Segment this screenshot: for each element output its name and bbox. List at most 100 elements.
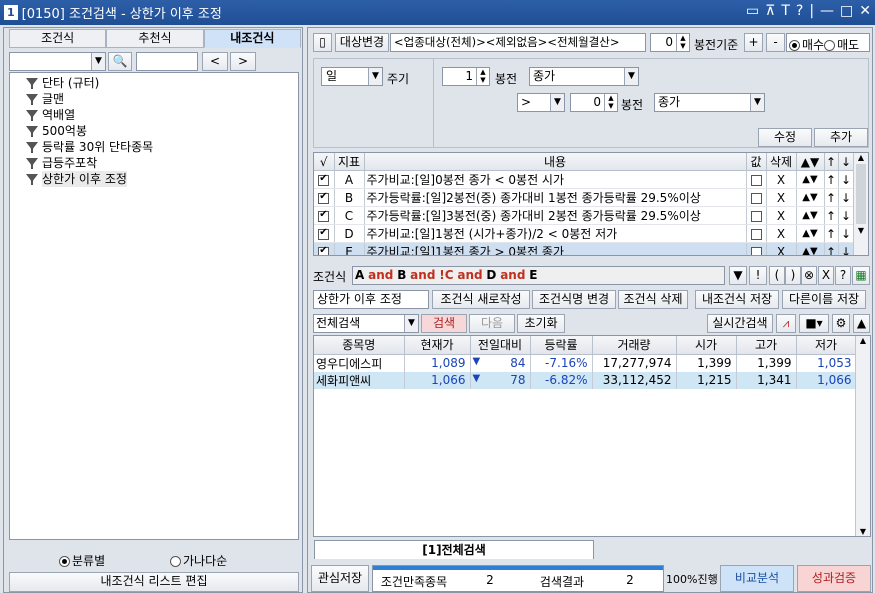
tab-all-search[interactable]: [1]전체검색 [314, 540, 594, 559]
maximize-icon[interactable]: □ [840, 3, 853, 19]
help-icon[interactable]: ? [835, 266, 851, 285]
table-row[interactable]: A 주가비교:[일]0봉전 종가 < 0봉전 시가 X ▲▼ ↑ ↓ [314, 170, 855, 189]
help-icon[interactable]: ? [796, 3, 803, 19]
move-down-icon[interactable]: ↓ [838, 188, 855, 207]
add-button[interactable]: 추가 [814, 128, 868, 147]
excel-icon[interactable]: ▦ [852, 266, 870, 285]
reset-button[interactable]: 초기화 [517, 314, 565, 333]
tree-item[interactable]: 글맨 [18, 91, 298, 107]
bong2-stepper[interactable]: 0 ▲ ▼ [570, 93, 618, 112]
tab-recommended[interactable]: 추천식 [106, 29, 204, 48]
minimize-icon[interactable]: — [820, 3, 834, 19]
condition-name-field[interactable]: 상한가 이후 조정 [313, 290, 429, 309]
gear-icon[interactable]: ⚙ [832, 314, 850, 333]
chevron-down-icon[interactable]: ▼ [404, 315, 418, 332]
row-checkbox[interactable] [318, 209, 330, 222]
col-open[interactable]: 시가 [676, 336, 737, 355]
tree-item[interactable]: 500억봉 [18, 123, 298, 139]
tree-item[interactable]: 역배열 [18, 107, 298, 123]
next-button[interactable]: 다음 [469, 314, 515, 333]
chevron-down-icon[interactable]: ▼ [750, 94, 764, 111]
delete-condition-button[interactable]: 조건식 삭제 [618, 290, 688, 309]
chart-icon[interactable]: ⩘ [776, 314, 796, 333]
delete-icon[interactable]: X [766, 206, 797, 225]
field2-select[interactable]: 종가 ▼ [654, 93, 765, 112]
period-select[interactable]: 일 ▼ [321, 67, 383, 86]
modify-button[interactable]: 수정 [758, 128, 812, 147]
scrollbar[interactable]: ▲ ▼ [855, 336, 870, 536]
delete-icon[interactable]: X [766, 188, 797, 207]
col-high[interactable]: 고가 [736, 336, 797, 355]
col-name[interactable]: 종목명 [314, 336, 405, 355]
value-checkbox[interactable] [750, 192, 762, 204]
search-button[interactable]: 검색 [421, 314, 467, 333]
search-button[interactable]: 🔍 [108, 52, 132, 71]
rename-condition-button[interactable]: 조건식명 변경 [532, 290, 616, 309]
move-down-icon[interactable]: ↓ [838, 206, 855, 225]
move-down-icon[interactable]: ↓ [838, 170, 855, 189]
delete-icon[interactable]: X [766, 224, 797, 243]
tab-my-conditions[interactable]: 내조건식 [203, 29, 301, 48]
tab-conditions[interactable]: 조건식 [9, 29, 107, 48]
col-low[interactable]: 저가 [796, 336, 857, 355]
scrollbar[interactable]: ▲ ▼ [853, 153, 868, 255]
col-rate[interactable]: 등락률 [530, 336, 593, 355]
stepper-arrows-icon[interactable]: ▲ ▼ [476, 68, 489, 85]
move-up-icon[interactable]: ↑ [824, 188, 839, 207]
sort-by-name[interactable]: 가나다순 [170, 552, 227, 569]
value-checkbox[interactable] [750, 174, 762, 186]
bong-stepper[interactable]: 0 ▲ ▼ [650, 33, 690, 52]
move-updown-icon[interactable]: ▲▼ [796, 170, 825, 189]
target-change-button[interactable]: 대상변경 [335, 33, 389, 52]
radio-icon[interactable] [170, 556, 181, 567]
operator-select[interactable]: > ▼ [517, 93, 565, 112]
move-updown-icon[interactable]: ▲▼ [796, 188, 825, 207]
row-checkbox[interactable] [318, 227, 330, 240]
delete-icon[interactable]: X [766, 170, 797, 189]
col-change[interactable]: 전일대비 [470, 336, 531, 355]
formula-input[interactable]: A and B and !C and D and E [352, 266, 725, 285]
collapse-icon[interactable]: ▲ [853, 314, 870, 333]
stock-name[interactable]: 세화피앤씨 [314, 371, 405, 389]
plus-button[interactable]: + [744, 33, 763, 52]
row-checkbox[interactable] [318, 191, 330, 204]
table-row[interactable]: B 주가등락률:[일]2봉전(중) 종가대비 1봉전 종가등락률 29.5%이상… [314, 188, 855, 207]
table-row[interactable]: 영우디에스피 1,089 ▼ 84 -7.16% 17,277,974 1,399… [314, 354, 857, 372]
chevron-down-icon[interactable]: ▼ [550, 94, 564, 111]
menu-icon[interactable]: ■▾ [799, 314, 829, 333]
next-button[interactable]: > [230, 52, 256, 71]
category-select[interactable]: ▼ [9, 52, 106, 71]
scrollbar-thumb[interactable] [856, 164, 866, 224]
radio-icon[interactable] [59, 556, 70, 567]
move-down-icon[interactable]: ↓ [838, 242, 855, 255]
panel-toggle-icon[interactable]: ▯ [313, 33, 332, 52]
close-icon[interactable]: ✕ [859, 3, 871, 19]
move-down-icon[interactable]: ↓ [838, 224, 855, 243]
move-updown-icon[interactable]: ▲▼ [796, 242, 825, 255]
table-row[interactable]: C 주가등락률:[일]3봉전(중) 종가대비 2봉전 종가등락률 29.5%이상… [314, 206, 855, 225]
pin-icon[interactable]: ⊼ [765, 3, 775, 19]
tree-item-selected[interactable]: 상한가 이후 조정 [18, 171, 298, 187]
new-condition-button[interactable]: 조건식 새로작성 [432, 290, 530, 309]
table-row-selected[interactable]: E 주가비교:[일]1봉전 종가 > 0봉전 종가 X ▲▼ ↑ ↓ [314, 242, 855, 255]
edit-list-button[interactable]: 내조건식 리스트 편집 [9, 572, 299, 592]
not-button[interactable]: ! [749, 266, 767, 285]
watch-save-button[interactable]: 관심저장 [311, 565, 369, 592]
font-icon[interactable]: T [781, 3, 790, 19]
realtime-search-button[interactable]: 실시간검색 [707, 314, 773, 333]
delete-icon[interactable]: X [766, 242, 797, 255]
sort-by-category[interactable]: 분류별 [59, 552, 105, 569]
chevron-down-icon[interactable]: ▼ [368, 68, 382, 85]
restore-icon[interactable]: ▭ [746, 3, 759, 19]
chevron-down-icon[interactable]: ▼ [624, 68, 638, 85]
move-up-icon[interactable]: ↑ [824, 242, 839, 255]
tree-item[interactable]: 급등주포착 [18, 155, 298, 171]
radio-sell-icon[interactable] [824, 40, 836, 51]
move-up-icon[interactable]: ↑ [824, 206, 839, 225]
value-checkbox[interactable] [750, 228, 762, 240]
tree-item[interactable]: 등락률 30위 단타종목 [18, 139, 298, 155]
move-up-icon[interactable]: ↑ [824, 170, 839, 189]
col-price[interactable]: 현재가 [404, 336, 471, 355]
move-updown-icon[interactable]: ▲▼ [796, 224, 825, 243]
save-condition-button[interactable]: 내조건식 저장 [695, 290, 779, 309]
